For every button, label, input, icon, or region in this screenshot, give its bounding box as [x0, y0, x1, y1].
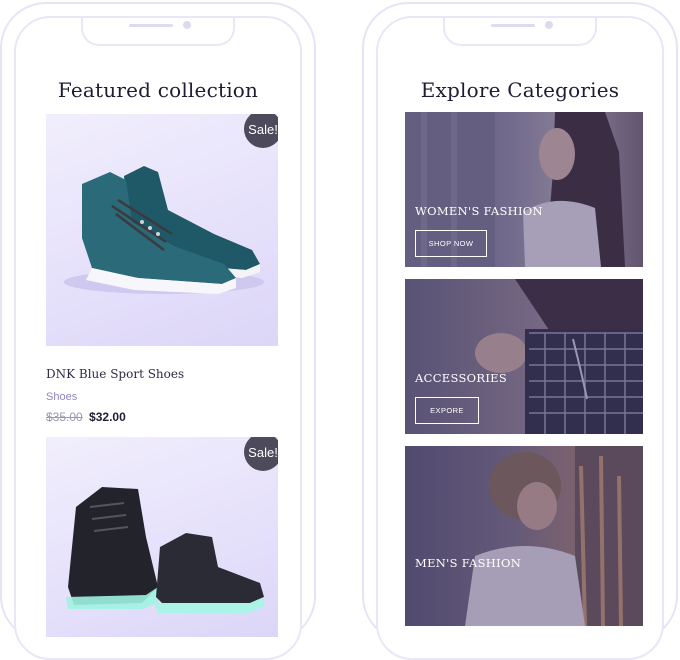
phone-notch [81, 18, 235, 46]
phone-notch [443, 18, 597, 46]
sale-badge: Sale! [244, 437, 278, 471]
old-price: $35.00 [46, 410, 83, 424]
phone-screen-right: Explore Categories WOMEN'S FASHION SHOP … [376, 16, 664, 660]
sale-badge: Sale! [244, 114, 278, 148]
explore-button[interactable]: EXPORE [415, 397, 479, 424]
camera-icon [545, 21, 553, 29]
phone-frame-right: Explore Categories WOMEN'S FASHION SHOP … [362, 2, 678, 660]
phone-frame-left: Featured collection Sale! DNK Blue Sport… [0, 2, 316, 660]
product-category[interactable]: Shoes [46, 391, 77, 403]
camera-icon [183, 21, 191, 29]
category-card-mens-fashion[interactable]: MEN'S FASHION [405, 446, 643, 626]
category-card-womens-fashion[interactable]: WOMEN'S FASHION SHOP NOW [405, 112, 643, 267]
led-sneaker-illustration [66, 487, 264, 613]
speaker-icon [129, 24, 173, 27]
speaker-icon [491, 24, 535, 27]
shop-now-button[interactable]: SHOP NOW [415, 230, 487, 257]
category-overlay [405, 446, 643, 626]
product-image-led-shoes[interactable]: Sale! [46, 437, 278, 637]
product-image-blue-shoes[interactable]: Sale! [46, 114, 278, 346]
explore-categories-title: Explore Categories [420, 78, 620, 102]
sale-price: $32.00 [89, 410, 126, 424]
featured-collection-title: Featured collection [57, 78, 259, 102]
category-label: WOMEN'S FASHION [415, 204, 543, 218]
category-card-accessories[interactable]: ACCESSORIES EXPORE [405, 279, 643, 434]
blue-sneaker-illustration [64, 166, 264, 294]
product-name[interactable]: DNK Blue Sport Shoes [46, 367, 184, 381]
category-label: MEN'S FASHION [415, 556, 522, 570]
phone-screen-left: Featured collection Sale! DNK Blue Sport… [14, 16, 302, 660]
category-label: ACCESSORIES [415, 371, 508, 385]
product-price: $35.00 $32.00 [46, 410, 126, 424]
